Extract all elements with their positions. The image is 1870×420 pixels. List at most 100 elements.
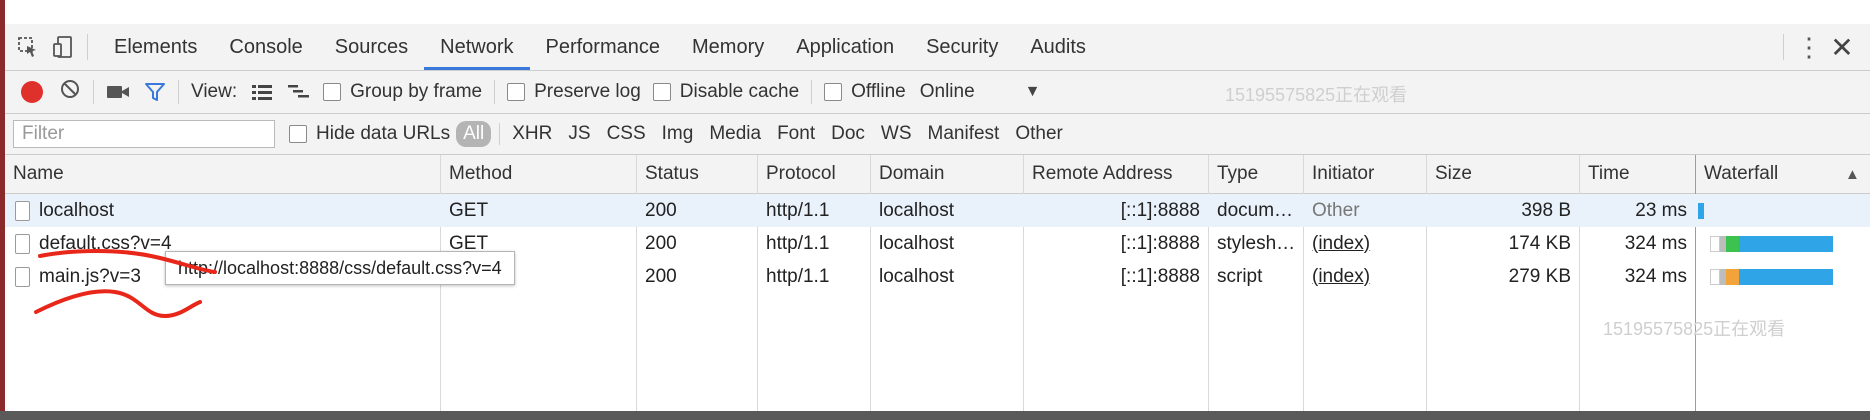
throttling-value: Online — [919, 81, 975, 102]
tab-elements[interactable]: Elements — [98, 24, 213, 70]
offline-checkbox[interactable] — [824, 83, 843, 101]
request-name[interactable]: default.css?v=4 — [39, 233, 172, 255]
domain-cell: localhost — [879, 232, 954, 254]
window-top-strip — [0, 0, 1870, 25]
initiator-cell: Other — [1312, 199, 1360, 221]
domain-cell: localhost — [879, 199, 954, 221]
filter-type-ws[interactable]: WS — [877, 121, 916, 147]
protocol-cell: http/1.1 — [766, 199, 830, 221]
size-cell: 279 KB — [1508, 265, 1571, 287]
domain-cell: localhost — [879, 265, 954, 287]
tab-console[interactable]: Console — [213, 24, 318, 70]
preserve-log-label: Preserve log — [534, 81, 641, 102]
device-toolbar-icon[interactable] — [51, 34, 77, 60]
overview-icon[interactable] — [287, 83, 311, 101]
disable-cache-option[interactable]: Disable cache — [652, 81, 799, 103]
column-header-size[interactable]: Size — [1427, 155, 1579, 193]
column-header-time[interactable]: Time — [1580, 155, 1695, 193]
table-row[interactable]: localhost GET 200 http/1.1 localhost [::… — [5, 194, 1870, 227]
filter-type-xhr[interactable]: XHR — [508, 121, 556, 147]
filter-type-js[interactable]: JS — [564, 121, 594, 147]
hide-data-urls-option[interactable]: Hide data URLs — [289, 123, 450, 145]
more-options-icon[interactable]: ⋮ — [1794, 32, 1824, 62]
initiator-link[interactable]: (index) — [1312, 233, 1370, 255]
filter-type-other[interactable]: Other — [1011, 121, 1067, 147]
toolbar-separator — [494, 80, 496, 104]
filter-type-manifest[interactable]: Manifest — [924, 121, 1004, 147]
document-icon — [15, 200, 30, 221]
type-cell: stylesh… — [1217, 232, 1296, 254]
size-cell: 174 KB — [1508, 232, 1571, 254]
toolbar-separator — [178, 80, 179, 104]
tab-audits[interactable]: Audits — [1014, 24, 1102, 70]
type-cell: script — [1217, 265, 1263, 287]
waterfall-queue-bar — [1710, 269, 1720, 285]
document-icon — [15, 266, 30, 287]
column-header-name[interactable]: Name — [5, 155, 437, 193]
column-header-domain[interactable]: Domain — [871, 155, 1023, 193]
column-header-protocol[interactable]: Protocol — [758, 155, 870, 193]
tab-network[interactable]: Network — [424, 24, 530, 70]
column-header-remote-address[interactable]: Remote Address — [1024, 155, 1208, 193]
status-cell: 200 — [645, 199, 677, 221]
initiator-link[interactable]: (index) — [1312, 266, 1370, 288]
waterfall-queue-bar — [1710, 236, 1720, 252]
column-header-method[interactable]: Method — [441, 155, 635, 193]
throttling-select[interactable]: Online ▼ — [920, 81, 1041, 103]
tab-sources[interactable]: Sources — [319, 24, 424, 70]
filter-type-css[interactable]: CSS — [603, 121, 650, 147]
protocol-cell: http/1.1 — [766, 232, 830, 254]
group-by-frame-checkbox[interactable] — [323, 83, 342, 101]
waterfall-bar — [1698, 203, 1704, 219]
tab-security[interactable]: Security — [910, 24, 1014, 70]
filter-icon[interactable] — [144, 82, 166, 102]
filter-type-font[interactable]: Font — [773, 121, 819, 147]
document-icon — [15, 233, 30, 254]
large-request-rows-icon[interactable] — [251, 83, 273, 101]
watermark-text: 15195575825正在观看 — [1225, 85, 1408, 105]
inspect-element-icon[interactable] — [15, 34, 41, 60]
filter-input[interactable] — [13, 120, 275, 148]
group-by-frame-label: Group by frame — [350, 81, 483, 102]
preserve-log-checkbox[interactable] — [507, 83, 526, 101]
disable-cache-checkbox[interactable] — [652, 83, 671, 101]
filter-separator — [499, 123, 501, 145]
table-header: Name Method Status Protocol Domain Remot… — [5, 155, 1870, 194]
capture-screenshots-icon[interactable] — [106, 83, 130, 101]
time-cell: 23 ms — [1635, 199, 1687, 221]
preserve-log-option[interactable]: Preserve log — [507, 81, 641, 103]
clear-icon[interactable] — [59, 78, 81, 106]
column-header-waterfall[interactable]: Waterfall — [1696, 155, 1836, 193]
column-header-status[interactable]: Status — [637, 155, 757, 193]
filter-type-media[interactable]: Media — [705, 121, 765, 147]
filter-type-doc[interactable]: Doc — [827, 121, 869, 147]
filter-type-all[interactable]: All — [456, 121, 492, 147]
status-cell: 200 — [645, 265, 677, 287]
type-cell: docum… — [1217, 199, 1294, 221]
sort-ascending-icon[interactable]: ▲ — [1837, 155, 1867, 193]
filter-type-img[interactable]: Img — [658, 121, 698, 147]
size-cell: 398 B — [1521, 199, 1571, 221]
request-name[interactable]: localhost — [39, 200, 114, 222]
hide-data-urls-checkbox[interactable] — [289, 125, 307, 143]
tab-memory[interactable]: Memory — [676, 24, 780, 70]
waterfall-download-bar — [1739, 269, 1833, 285]
remote-address-cell: [::1]:8888 — [1120, 232, 1200, 254]
protocol-cell: http/1.1 — [766, 265, 830, 287]
request-name[interactable]: main.js?v=3 — [39, 266, 141, 288]
record-icon[interactable] — [21, 81, 43, 103]
waterfall-waiting-bar — [1726, 236, 1739, 252]
tab-application[interactable]: Application — [780, 24, 910, 70]
toolbar-separator — [811, 80, 813, 104]
column-header-initiator[interactable]: Initiator — [1304, 155, 1426, 193]
name-cell: localhost — [5, 194, 437, 227]
method-cell: GET — [449, 199, 489, 221]
watermark-text: 15195575825正在观看 — [1603, 319, 1786, 339]
offline-option[interactable]: Offline — [824, 81, 906, 103]
close-icon[interactable]: ✕ — [1824, 29, 1860, 65]
tab-performance[interactable]: Performance — [530, 24, 677, 70]
column-header-type[interactable]: Type — [1209, 155, 1303, 193]
waterfall-waiting-bar — [1726, 269, 1739, 285]
group-by-frame-option[interactable]: Group by frame — [323, 81, 482, 103]
filter-bar: Hide data URLs All XHR JS CSS Img Media … — [5, 114, 1870, 155]
